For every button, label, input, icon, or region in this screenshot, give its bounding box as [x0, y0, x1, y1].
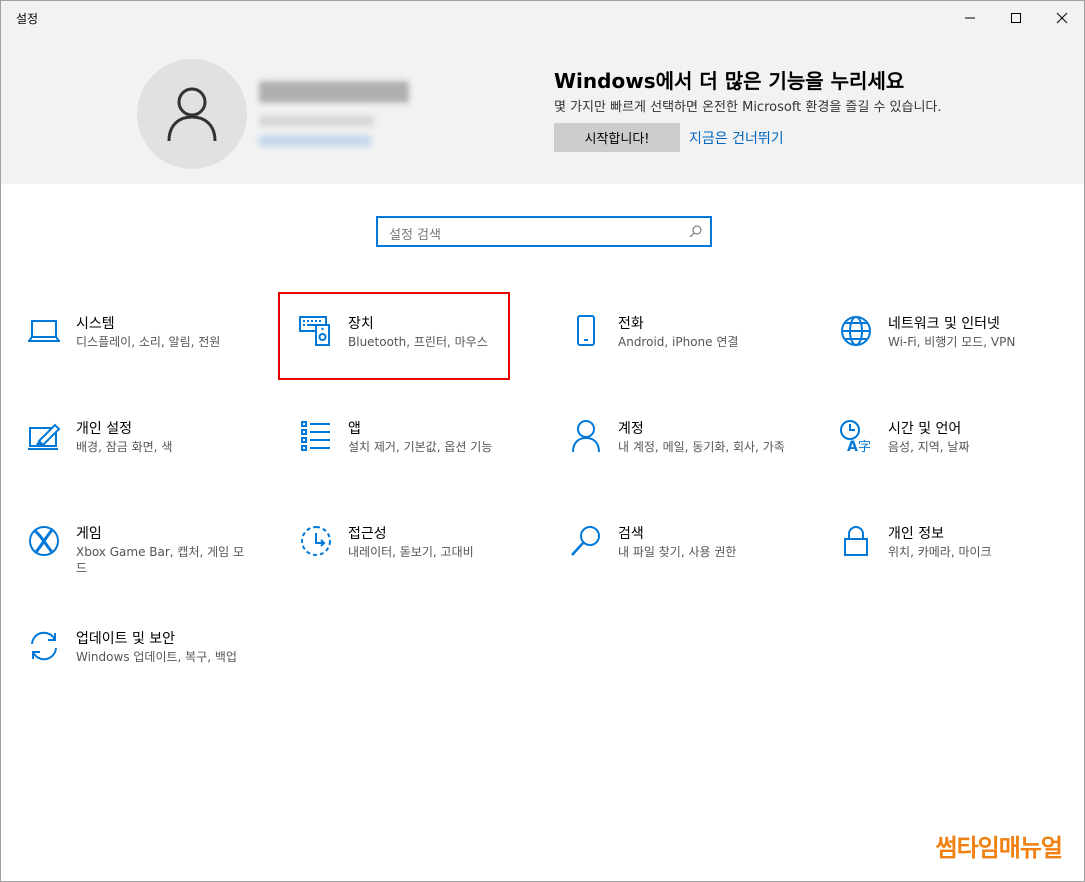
minimize-icon [965, 17, 975, 19]
maximize-icon [1011, 13, 1021, 23]
tile-time-language[interactable]: A字 시간 및 언어 음성, 지역, 날짜 [838, 418, 1078, 513]
tile-privacy[interactable]: 개인 정보 위치, 카메라, 마이크 [838, 523, 1078, 618]
account-email-redacted [259, 115, 374, 127]
search-icon [689, 225, 702, 238]
tile-desc: Windows 업데이트, 복구, 백업 [76, 650, 237, 664]
close-icon [1056, 12, 1068, 24]
svg-text:字: 字 [858, 440, 871, 453]
search-icon [568, 523, 604, 559]
tile-desc: Xbox Game Bar, 캡처, 게임 모드 [76, 545, 245, 575]
search-input[interactable]: 설정 검색 [376, 216, 712, 247]
promo-title: Windows에서 더 많은 기능을 누리세요 [554, 69, 905, 93]
watermark: 썸타임매뉴얼 [935, 834, 1063, 862]
tile-name: 접근성 [348, 526, 387, 542]
tile-desc: 위치, 카메라, 마이크 [888, 545, 992, 559]
tile-name: 계정 [618, 421, 644, 437]
tile-name: 시스템 [76, 316, 115, 332]
person-icon [568, 418, 604, 454]
tile-accessibility[interactable]: 접근성 내레이터, 돋보기, 고대비 [298, 523, 538, 618]
tile-gaming[interactable]: 게임 Xbox Game Bar, 캡처, 게임 모드 [26, 523, 266, 618]
tile-desc: Wi-Fi, 비행기 모드, VPN [888, 335, 1016, 349]
tile-personalization[interactable]: 개인 설정 배경, 잠금 화면, 색 [26, 418, 266, 513]
tile-desc: 내 파일 찾기, 사용 권한 [618, 545, 737, 559]
maximize-button[interactable] [993, 1, 1039, 35]
tile-network[interactable]: 네트워크 및 인터넷 Wi-Fi, 비행기 모드, VPN [838, 313, 1078, 408]
search-placeholder: 설정 검색 [389, 228, 441, 243]
tile-name: 게임 [76, 526, 102, 542]
tile-phone[interactable]: 전화 Android, iPhone 연결 [568, 313, 808, 408]
apps-list-icon [298, 418, 334, 454]
tile-desc: Android, iPhone 연결 [618, 335, 739, 349]
tile-name: 시간 및 언어 [888, 421, 962, 437]
accessibility-icon [298, 523, 334, 559]
lock-icon [838, 523, 874, 559]
tile-update-security[interactable]: 업데이트 및 보안 Windows 업데이트, 복구, 백업 [26, 628, 266, 723]
close-button[interactable] [1039, 1, 1085, 35]
tile-desc: 설치 제거, 기본값, 옵션 기능 [348, 440, 493, 454]
svg-text:A: A [847, 439, 858, 453]
tile-name: 검색 [618, 526, 644, 542]
tile-desc: 내레이터, 돋보기, 고대비 [348, 545, 474, 559]
tile-name: 앱 [348, 421, 361, 437]
skip-link[interactable]: 지금은 건너뛰기 [689, 128, 784, 148]
promo-subtitle: 몇 가지만 빠르게 선택하면 온전한 Microsoft 환경을 즐길 수 있습… [554, 100, 942, 115]
tile-name: 개인 설정 [76, 421, 132, 437]
update-icon [26, 628, 62, 664]
tile-desc: 음성, 지역, 날짜 [888, 440, 970, 454]
account-link-redacted[interactable] [259, 135, 371, 147]
tile-apps[interactable]: 앱 설치 제거, 기본값, 옵션 기능 [298, 418, 538, 513]
globe-icon [838, 313, 874, 349]
time-language-icon: A字 [838, 418, 874, 454]
tile-desc: 내 계정, 메일, 동기화, 회사, 가족 [618, 440, 785, 454]
tile-name: 전화 [618, 316, 644, 332]
tile-desc: 배경, 잠금 화면, 색 [76, 440, 173, 454]
settings-window: 설정 Windows에서 더 많은 기능을 누리세요 몇 가지만 빠르게 선택하… [0, 0, 1085, 882]
phone-icon [568, 313, 604, 349]
account-banner: Windows에서 더 많은 기능을 누리세요 몇 가지만 빠르게 선택하면 온… [1, 35, 1084, 184]
window-title: 설정 [16, 12, 39, 26]
user-icon [167, 87, 217, 142]
tile-name: 네트워크 및 인터넷 [888, 316, 1000, 332]
get-started-button[interactable]: 시작합니다! [554, 123, 680, 152]
highlight-box [278, 292, 510, 380]
laptop-icon [26, 313, 62, 349]
tile-desc: 디스플레이, 소리, 알림, 전원 [76, 335, 221, 349]
title-bar: 설정 [1, 1, 1084, 35]
minimize-button[interactable] [947, 1, 993, 35]
tile-name: 업데이트 및 보안 [76, 631, 176, 647]
xbox-icon [26, 523, 62, 559]
tile-name: 개인 정보 [888, 526, 944, 542]
tile-accounts[interactable]: 계정 내 계정, 메일, 동기화, 회사, 가족 [568, 418, 808, 513]
personalization-icon [26, 418, 62, 454]
tile-system[interactable]: 시스템 디스플레이, 소리, 알림, 전원 [26, 313, 266, 408]
account-name-redacted [259, 81, 409, 103]
tile-search[interactable]: 검색 내 파일 찾기, 사용 권한 [568, 523, 808, 618]
avatar[interactable] [137, 59, 247, 169]
